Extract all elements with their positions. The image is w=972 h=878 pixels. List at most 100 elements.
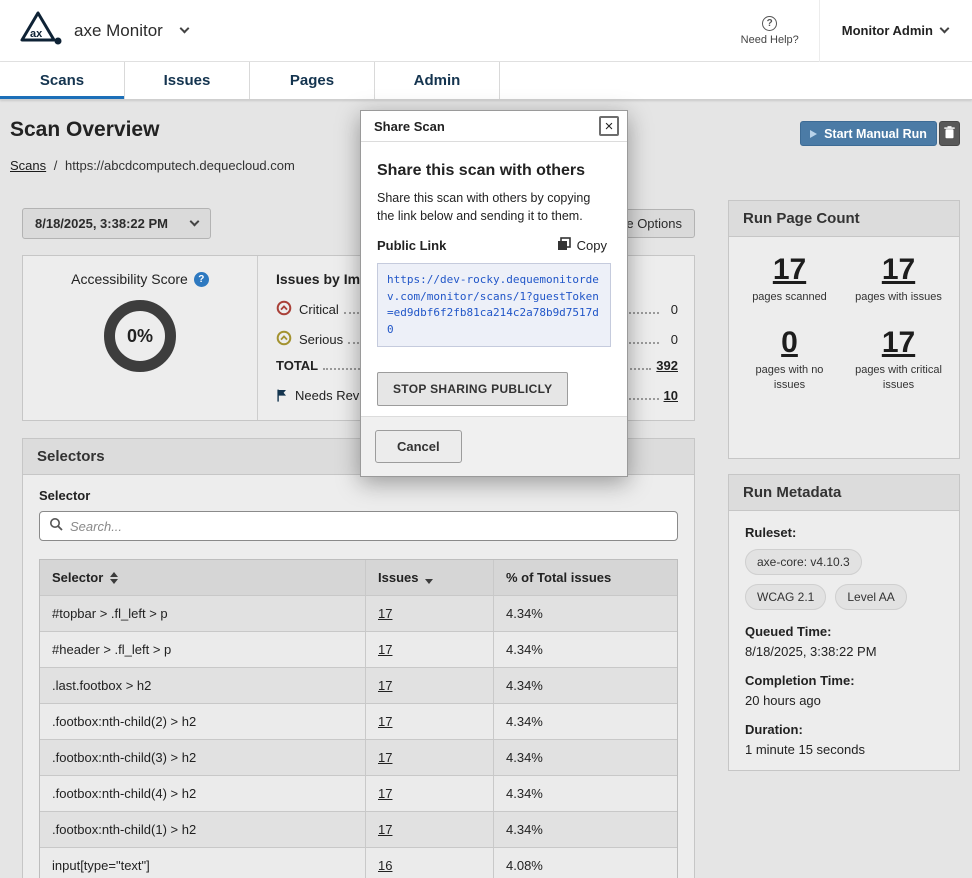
run-metadata-panel: Run Metadata Ruleset: axe-core: v4.10.3 …	[728, 474, 960, 771]
help-icon: ?	[762, 16, 777, 31]
table-row: input[type="text"] 16 4.08%	[40, 848, 677, 878]
tab-scans[interactable]: Scans	[0, 62, 125, 99]
breadcrumb-separator: /	[54, 158, 58, 173]
stop-sharing-button[interactable]: STOP SHARING PUBLICLY	[377, 372, 568, 406]
table-row: #topbar > .fl_left > p 17 4.34%	[40, 596, 677, 632]
svg-text:ax: ax	[30, 28, 43, 40]
share-description: Share this scan with others by copying t…	[377, 190, 611, 225]
main-content: Scan Overview Scans / https://abcdcomput…	[0, 100, 972, 878]
public-link-url[interactable]: https://dev-rocky.dequemonitordev.com/mo…	[377, 263, 611, 347]
table-row: .footbox:nth-child(2) > h2 17 4.34%	[40, 704, 677, 740]
accessibility-score-label: Accessibility Score	[71, 271, 188, 287]
main-nav: Scans Issues Pages Admin	[0, 62, 972, 100]
col-issues[interactable]: Issues	[365, 560, 493, 595]
header-actions: ? Need Help? Monitor Admin	[721, 0, 962, 62]
cell-pct: 4.34%	[493, 704, 677, 739]
critical-count: 0	[664, 302, 678, 317]
chevron-down-icon	[940, 24, 950, 34]
stat-pages-with-issues: 17 pages with issues	[844, 255, 953, 304]
score-value: 0%	[127, 326, 153, 347]
need-help-label: Need Help?	[741, 34, 799, 46]
badge-level: Level AA	[835, 584, 906, 610]
share-modal-footer: Cancel	[361, 416, 627, 476]
public-link-label: Public Link	[377, 238, 446, 253]
issues-count-link[interactable]: 17	[378, 786, 392, 801]
close-icon[interactable]: ×	[599, 116, 619, 136]
issues-count-link[interactable]: 17	[378, 606, 392, 621]
breadcrumb: Scans / https://abcdcomputech.dequecloud…	[10, 158, 295, 173]
tab-admin[interactable]: Admin	[375, 62, 500, 99]
score-help-icon[interactable]: ?	[194, 272, 209, 287]
cell-pct: 4.34%	[493, 812, 677, 847]
brand[interactable]: ax axe Monitor	[18, 10, 188, 51]
delete-scan-button[interactable]	[939, 121, 960, 146]
stat-pages-scanned: 17 pages scanned	[735, 255, 844, 304]
duration-label: Duration:	[745, 722, 943, 737]
user-menu-label: Monitor Admin	[842, 23, 933, 38]
issues-count-link[interactable]: 17	[378, 822, 392, 837]
pages-no-issues-link[interactable]: 0	[781, 328, 798, 358]
needs-review-link[interactable]: 10	[664, 388, 678, 403]
total-issues-link[interactable]: 392	[656, 358, 678, 373]
ruleset-badges: axe-core: v4.10.3 WCAG 2.1 Level AA	[745, 549, 943, 610]
sort-icon	[110, 572, 118, 584]
start-manual-run-label: Start Manual Run	[824, 127, 927, 141]
share-modal-header: Share Scan ×	[361, 111, 627, 142]
need-help-button[interactable]: ? Need Help?	[721, 0, 819, 62]
queued-time-value: 8/18/2025, 3:38:22 PM	[745, 644, 943, 659]
share-heading: Share this scan with others	[377, 162, 611, 180]
issues-count-link[interactable]: 17	[378, 678, 392, 693]
completion-time-value: 20 hours ago	[745, 693, 943, 708]
selectors-panel: Selectors Selector Selector	[22, 438, 695, 878]
breadcrumb-current: https://abcdcomputech.dequecloud.com	[65, 158, 295, 173]
cell-selector: input[type="text"]	[40, 848, 365, 878]
issues-count-link[interactable]: 16	[378, 858, 392, 873]
critical-label: Critical	[299, 302, 339, 317]
col-pct[interactable]: % of Total issues	[493, 560, 677, 595]
badge-axe-core: axe-core: v4.10.3	[745, 549, 862, 575]
selector-search-box	[39, 511, 678, 541]
scan-date-label: 8/18/2025, 3:38:22 PM	[35, 216, 168, 231]
issues-count-link[interactable]: 17	[378, 714, 392, 729]
selector-search-input[interactable]	[70, 519, 668, 534]
score-donut-chart: 0%	[104, 300, 176, 372]
chevron-down-icon	[179, 24, 189, 34]
completion-time-label: Completion Time:	[745, 673, 943, 688]
start-manual-run-button[interactable]: Start Manual Run	[800, 121, 937, 146]
share-modal-title: Share Scan	[374, 119, 445, 134]
col-selector[interactable]: Selector	[40, 560, 365, 595]
sort-desc-icon	[425, 579, 433, 584]
queued-time-label: Queued Time:	[745, 624, 943, 639]
serious-impact-icon	[276, 330, 292, 349]
copy-link-button[interactable]: Copy	[553, 237, 611, 254]
cell-pct: 4.34%	[493, 596, 677, 631]
chevron-down-icon	[190, 217, 200, 227]
pages-with-issues-link[interactable]: 17	[882, 255, 915, 285]
axe-logo-icon: ax	[18, 10, 64, 51]
table-row: .footbox:nth-child(4) > h2 17 4.34%	[40, 776, 677, 812]
run-page-count-header: Run Page Count	[729, 201, 959, 237]
app-header: ax axe Monitor ? Need Help? Monitor Admi…	[0, 0, 972, 62]
breadcrumb-scans-link[interactable]: Scans	[10, 158, 46, 173]
cancel-button[interactable]: Cancel	[375, 430, 462, 463]
user-menu-button[interactable]: Monitor Admin	[819, 0, 962, 62]
cell-selector: #topbar > .fl_left > p	[40, 596, 365, 631]
table-row: .footbox:nth-child(3) > h2 17 4.34%	[40, 740, 677, 776]
cell-selector: .footbox:nth-child(2) > h2	[40, 704, 365, 739]
play-icon	[810, 130, 817, 138]
issues-count-link[interactable]: 17	[378, 642, 392, 657]
total-label: TOTAL	[276, 358, 318, 373]
tab-issues[interactable]: Issues	[125, 62, 250, 99]
pages-critical-issues-link[interactable]: 17	[882, 328, 915, 358]
scan-date-dropdown[interactable]: 8/18/2025, 3:38:22 PM	[22, 208, 211, 239]
cell-selector: .last.footbox > h2	[40, 668, 365, 703]
issues-count-link[interactable]: 17	[378, 750, 392, 765]
pages-scanned-link[interactable]: 17	[773, 255, 806, 285]
share-modal-body: Share this scan with others Share this s…	[361, 142, 627, 416]
share-scan-modal: Share Scan × Share this scan with others…	[360, 110, 628, 477]
run-metadata-header: Run Metadata	[729, 475, 959, 511]
flag-icon	[276, 389, 288, 405]
trash-icon	[944, 126, 955, 142]
tab-pages[interactable]: Pages	[250, 62, 375, 99]
table-row: #header > .fl_left > p 17 4.34%	[40, 632, 677, 668]
